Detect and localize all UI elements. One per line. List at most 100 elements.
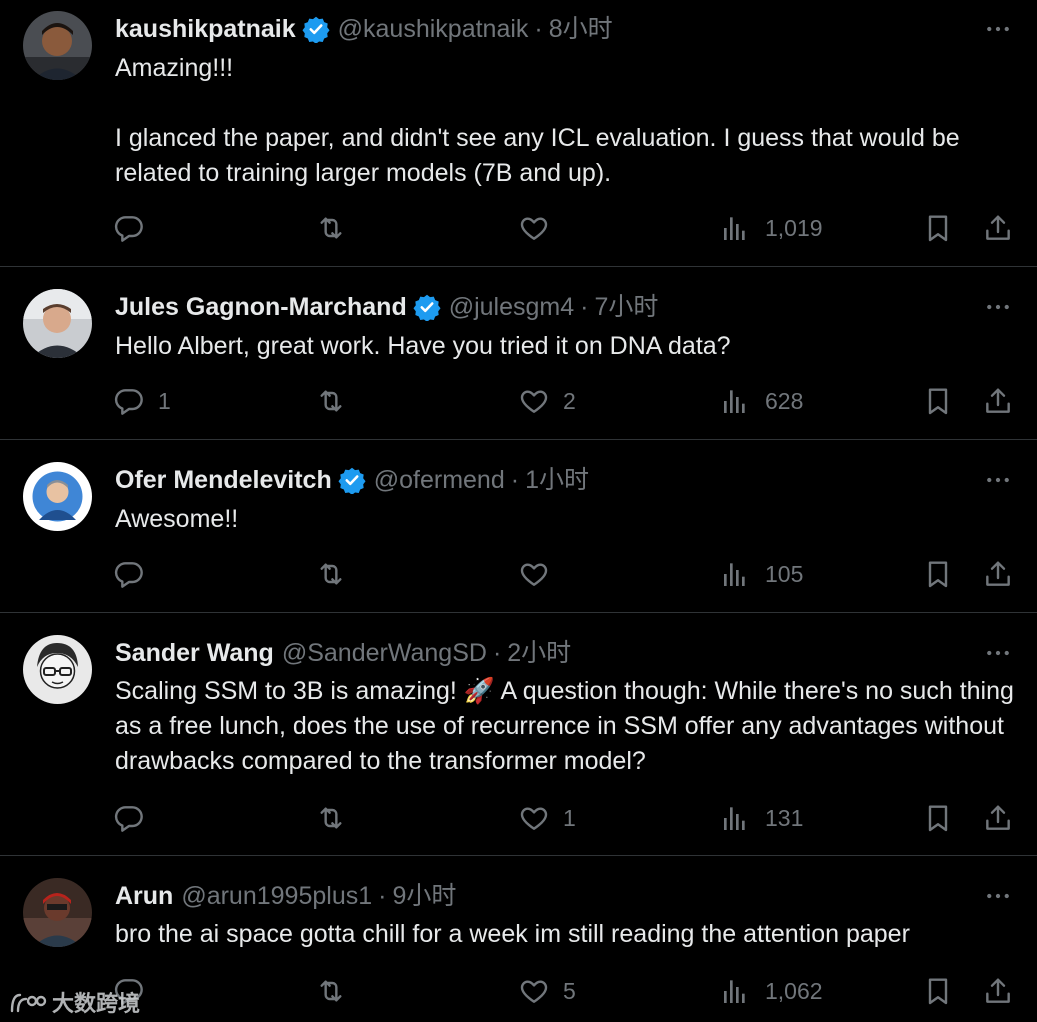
retweet-icon <box>315 212 347 244</box>
tweet-header: Sander Wang @SanderWangSD · 2小时 <box>115 635 571 671</box>
reply-tweet[interactable]: Sander Wang @SanderWangSD · 2小时 Scaling … <box>0 613 1037 856</box>
views-button[interactable]: 1,062 <box>720 971 823 1011</box>
tweet-header: Jules Gagnon-Marchand @julesgm4 · 7小时 <box>115 289 658 325</box>
tweet-text: Awesome!! <box>115 502 1020 537</box>
retweet-icon <box>315 802 347 834</box>
retweet-button[interactable] <box>315 798 360 838</box>
heart-icon <box>518 385 550 417</box>
like-button[interactable]: 2 <box>518 381 576 421</box>
like-button[interactable]: 5 <box>518 971 576 1011</box>
avatar[interactable] <box>23 289 92 358</box>
more-icon[interactable] <box>981 465 1015 495</box>
share-icon <box>982 802 1014 834</box>
share-button[interactable] <box>982 554 1014 594</box>
views-icon <box>720 558 752 590</box>
heart-icon <box>518 212 550 244</box>
timestamp[interactable]: 2小时 <box>507 635 571 671</box>
reply-button[interactable] <box>113 208 158 248</box>
like-button[interactable]: 1 <box>518 798 576 838</box>
reply-icon <box>113 558 145 590</box>
author-name[interactable]: Ofer Mendelevitch <box>115 462 332 498</box>
views-button[interactable]: 131 <box>720 798 803 838</box>
more-icon[interactable] <box>981 638 1015 668</box>
reply-button[interactable] <box>113 798 158 838</box>
retweet-button[interactable] <box>315 208 360 248</box>
like-count: 5 <box>563 977 576 1004</box>
action-bar: 1,019 <box>0 208 1037 248</box>
tweet-paragraph: Awesome!! <box>115 505 239 533</box>
separator-dot: · <box>378 882 387 910</box>
timestamp[interactable]: 7小时 <box>594 289 658 325</box>
author-name[interactable]: Sander Wang <box>115 635 274 671</box>
timestamp[interactable]: 8小时 <box>549 11 613 47</box>
author-handle[interactable]: @SanderWangSD <box>282 635 487 671</box>
like-count: 1 <box>563 804 576 831</box>
share-button[interactable] <box>982 381 1014 421</box>
action-bar: 1 131 <box>0 798 1037 838</box>
retweet-button[interactable] <box>315 381 360 421</box>
avatar[interactable] <box>23 11 92 80</box>
views-button[interactable]: 105 <box>720 554 803 594</box>
watermark-text: 大数跨境 <box>52 991 141 1016</box>
separator-dot: · <box>580 293 589 321</box>
reply-tweet[interactable]: Arun @arun1995plus1 · 9小时 bro the ai spa… <box>0 856 1037 1022</box>
tweet-text: bro the ai space gotta chill for a week … <box>115 917 1020 952</box>
author-name[interactable]: Arun <box>115 878 173 914</box>
avatar[interactable] <box>23 635 92 704</box>
tweet-paragraph: Amazing!!! <box>115 54 234 82</box>
views-icon <box>720 385 752 417</box>
avatar[interactable] <box>23 462 92 531</box>
author-handle[interactable]: @ofermend <box>374 462 505 498</box>
share-button[interactable] <box>982 971 1014 1011</box>
like-button[interactable] <box>518 554 563 594</box>
avatar[interactable] <box>23 878 92 947</box>
reply-tweet[interactable]: Jules Gagnon-Marchand @julesgm4 · 7小时 He… <box>0 267 1037 440</box>
bookmark-button[interactable] <box>922 554 954 594</box>
like-count: 2 <box>563 387 576 414</box>
reply-button[interactable]: 1 <box>113 381 171 421</box>
reply-button[interactable] <box>113 554 158 594</box>
tweet-text: Scaling SSM to 3B is amazing! 🚀 A questi… <box>115 674 1020 779</box>
share-button[interactable] <box>982 208 1014 248</box>
action-bar: 1 2 628 <box>0 381 1037 421</box>
watermark: 大数跨境 <box>8 985 140 1019</box>
more-icon[interactable] <box>981 14 1015 44</box>
separator-dot: · <box>534 15 543 43</box>
share-button[interactable] <box>982 798 1014 838</box>
tweet-header: Arun @arun1995plus1 · 9小时 <box>115 878 456 914</box>
author-name[interactable]: kaushikpatnaik <box>115 11 296 47</box>
share-icon <box>982 558 1014 590</box>
separator-dot: · <box>492 639 502 667</box>
author-handle[interactable]: @arun1995plus1 <box>181 878 372 914</box>
more-icon[interactable] <box>981 881 1015 911</box>
bookmark-icon <box>922 558 954 590</box>
action-bar: 105 <box>0 554 1037 594</box>
author-handle[interactable]: @kaushikpatnaik <box>338 11 529 47</box>
timestamp[interactable]: 1小时 <box>525 462 589 498</box>
tweet-paragraph: Hello Albert, great work. Have you tried… <box>115 332 731 360</box>
bookmark-button[interactable] <box>922 798 954 838</box>
author-handle[interactable]: @julesgm4 <box>449 289 574 325</box>
like-button[interactable] <box>518 208 563 248</box>
timestamp[interactable]: 9小时 <box>392 878 456 914</box>
separator-dot: · <box>510 466 520 494</box>
share-icon <box>982 975 1014 1007</box>
retweet-icon <box>315 385 347 417</box>
tweet-text: Hello Albert, great work. Have you tried… <box>115 329 1020 364</box>
retweet-button[interactable] <box>315 554 360 594</box>
views-button[interactable]: 1,019 <box>720 208 823 248</box>
views-button[interactable]: 628 <box>720 381 803 421</box>
heart-icon <box>518 558 550 590</box>
bookmark-button[interactable] <box>922 381 954 421</box>
bookmark-button[interactable] <box>922 971 954 1011</box>
reply-count: 1 <box>158 387 171 414</box>
share-icon <box>982 385 1014 417</box>
verified-badge-icon <box>413 293 441 321</box>
reply-icon <box>113 385 145 417</box>
retweet-button[interactable] <box>315 971 360 1011</box>
author-name[interactable]: Jules Gagnon-Marchand <box>115 289 407 325</box>
reply-tweet[interactable]: Ofer Mendelevitch @ofermend · 1小时 Awesom… <box>0 440 1037 613</box>
bookmark-button[interactable] <box>922 208 954 248</box>
reply-tweet[interactable]: kaushikpatnaik @kaushikpatnaik · 8小时 Ama… <box>0 0 1037 267</box>
more-icon[interactable] <box>981 292 1015 322</box>
